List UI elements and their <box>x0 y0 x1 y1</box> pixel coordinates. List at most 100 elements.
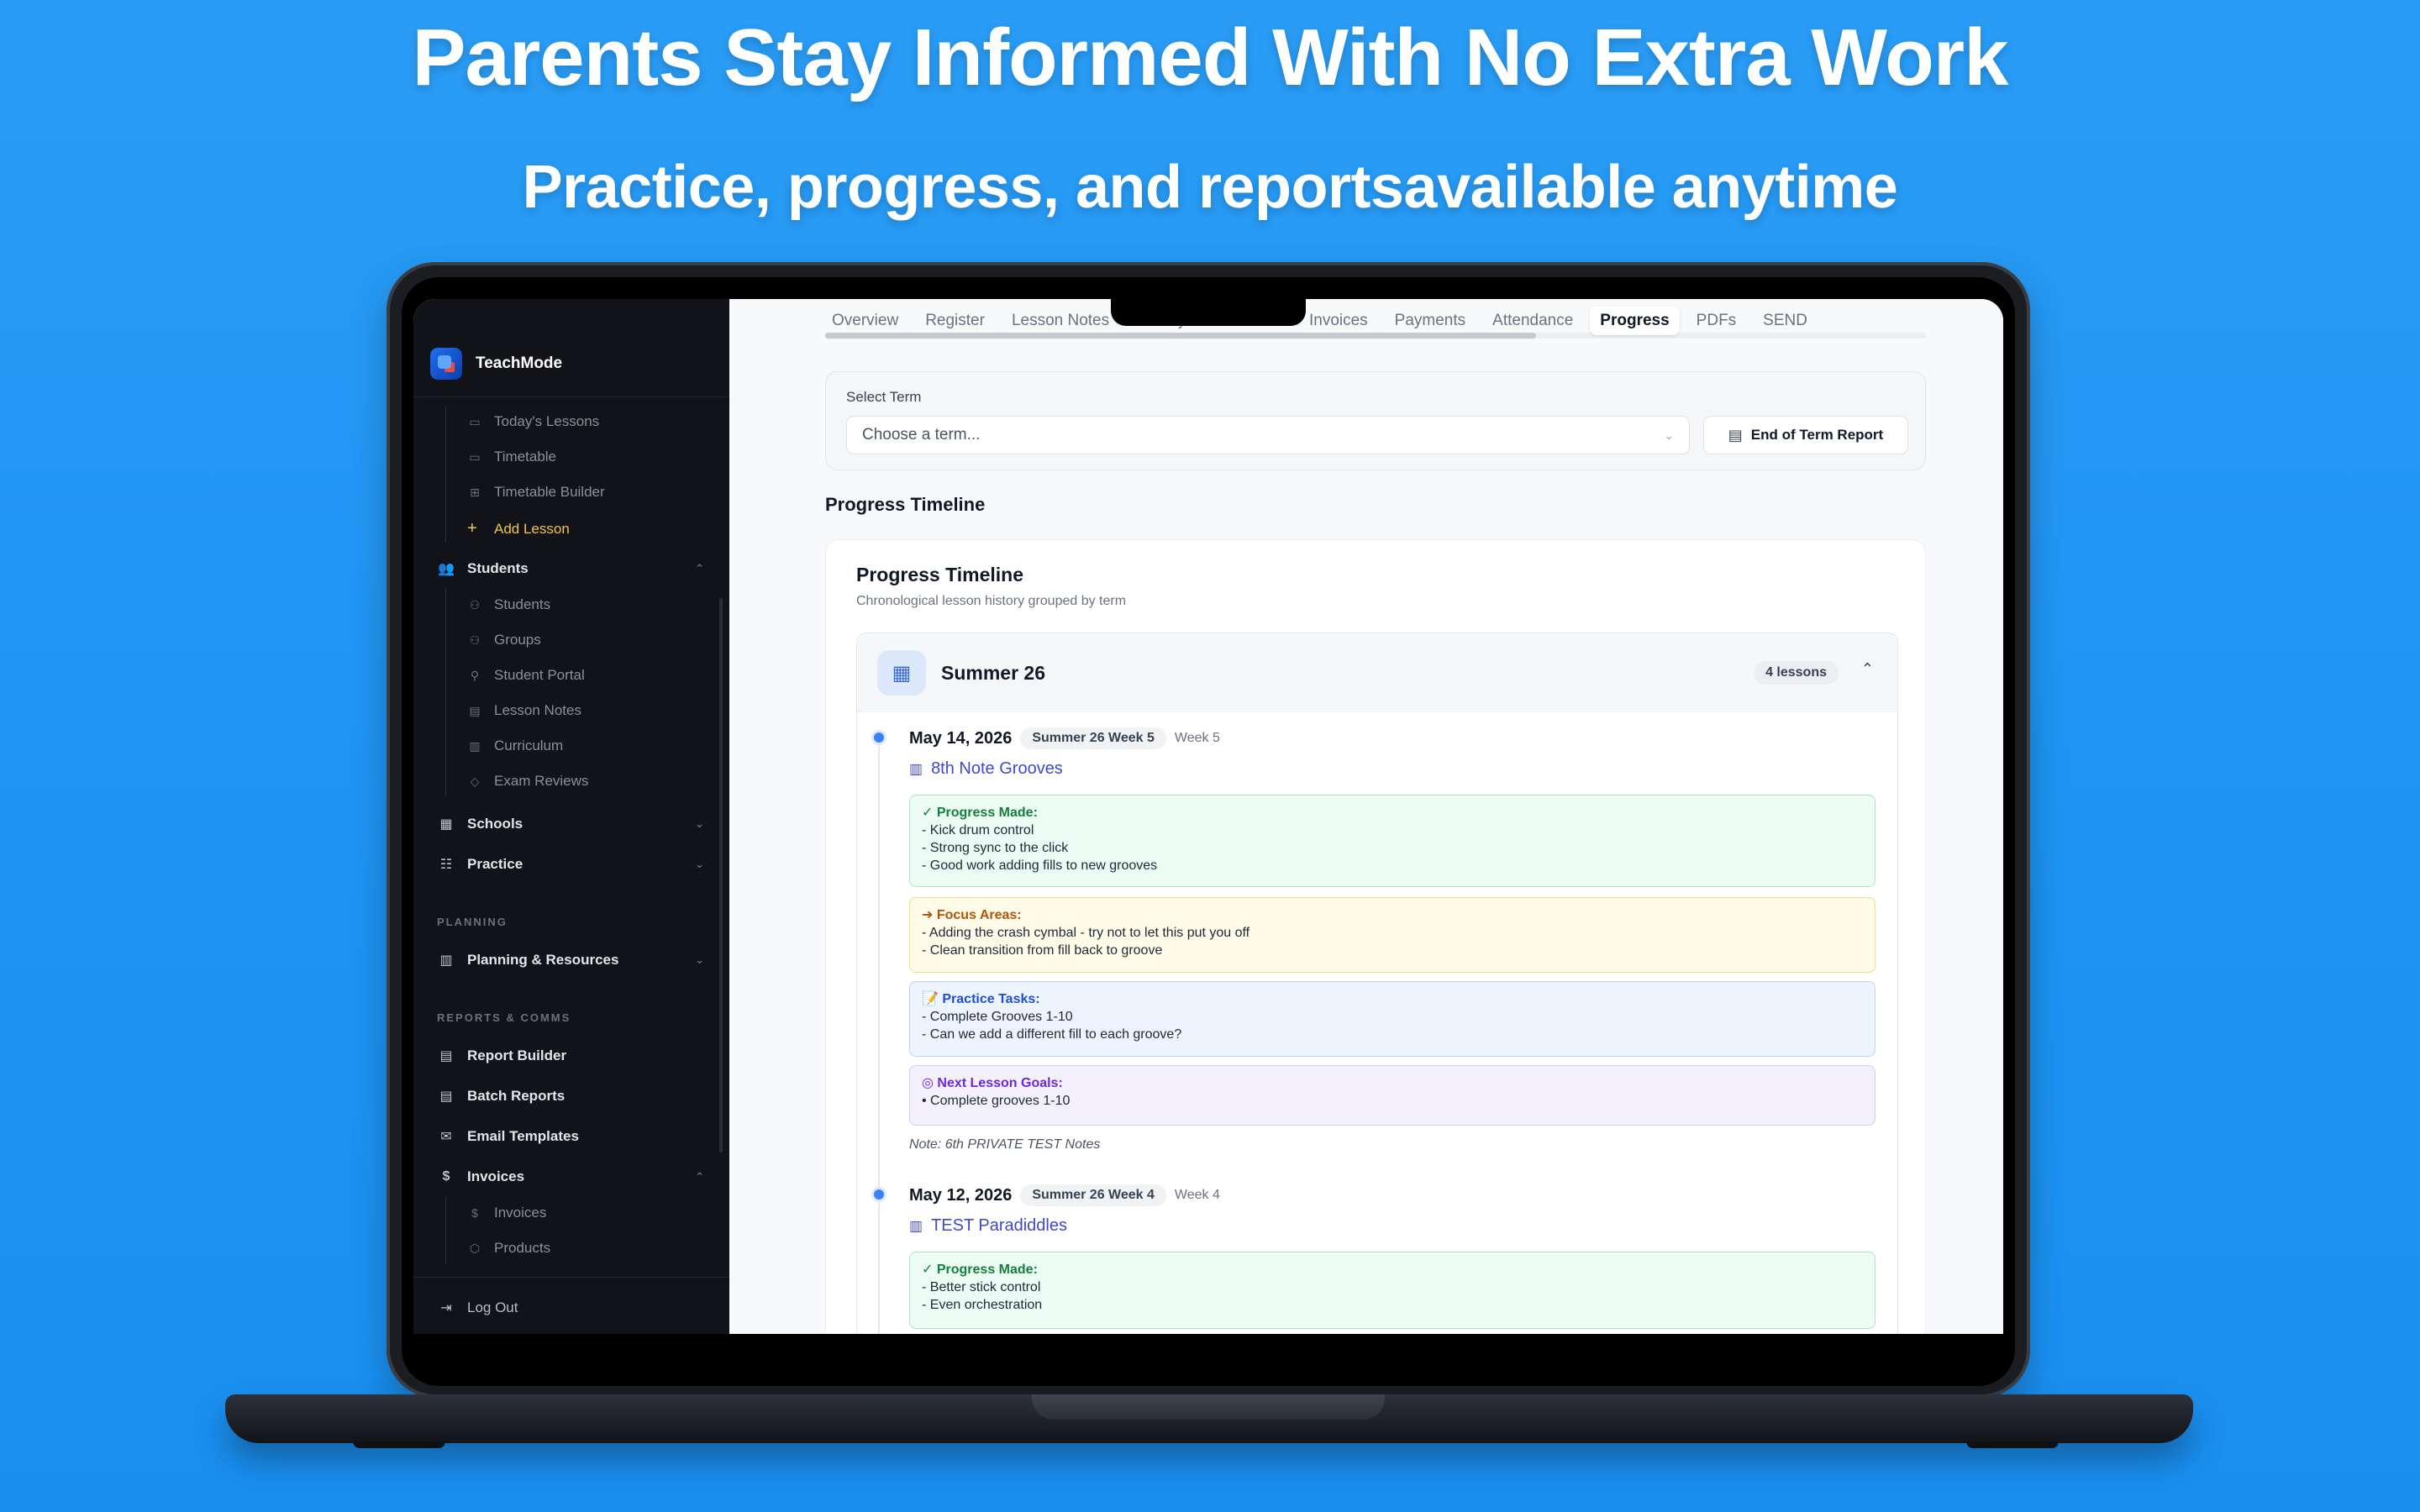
file-icon: ▤ <box>439 1089 453 1104</box>
term-select-placeholder: Choose a term... <box>862 426 981 444</box>
building-icon: ▦ <box>439 817 453 832</box>
entry-week: Week 5 <box>1174 731 1220 745</box>
add-lesson-button[interactable]: + Add Lesson <box>467 519 570 538</box>
term-group: ▦ Summer 26 4 lessons ⌃ May 14, 2026 Sum… <box>856 633 1898 1334</box>
sidebar-group-practice[interactable]: ☷ Practice ⌄ <box>437 855 704 874</box>
lesson-title: 8th Note Grooves <box>931 759 1063 778</box>
sidebar-group-planning-resources[interactable]: ▥ Planning & Resources ⌄ <box>437 951 704 969</box>
sidebar-item-student-portal[interactable]: ⚲ Student Portal <box>467 667 585 684</box>
tab-payments[interactable]: Payments <box>1385 307 1476 335</box>
sidebar-item-students[interactable]: ⚇ Students <box>467 596 550 613</box>
sidebar-item-label: Invoices <box>467 1168 525 1184</box>
book-icon: ▥ <box>909 760 923 777</box>
box-line: - Good work adding fills to new grooves <box>922 858 1158 873</box>
entry-date: May 14, 2026 <box>909 728 1013 748</box>
box-line: - Complete Grooves 1-10 <box>922 1010 1073 1024</box>
book-icon: ▥ <box>909 1217 923 1234</box>
sidebar-item-groups[interactable]: ⚇ Groups <box>467 632 541 648</box>
tab-send[interactable]: SEND <box>1753 307 1818 335</box>
entry-header: May 12, 2026 Summer 26 Week 4 Week 4 <box>909 1184 1220 1206</box>
sidebar-item-invoices[interactable]: $ Invoices <box>467 1205 546 1221</box>
tab-attendance[interactable]: Attendance <box>1482 307 1583 335</box>
users-icon: ⚇ <box>469 633 481 647</box>
sidebar-item-label: Invoices <box>494 1205 547 1221</box>
sidebar-scrollbar[interactable] <box>719 598 723 1152</box>
dollar-icon: $ <box>471 1206 478 1220</box>
end-of-term-report-button[interactable]: ▤ End of Term Report <box>1703 416 1908 454</box>
sidebar-group-students[interactable]: 👥 Students ⌃ <box>437 559 704 578</box>
sidebar-item-label: Curriculum <box>494 738 564 753</box>
term-selector-card: Select Term Choose a term... ⌄ ▤ End of … <box>825 371 1926 470</box>
tab-register[interactable]: Register <box>915 307 995 335</box>
box-heading: 📝 Practice Tasks: <box>922 992 1040 1006</box>
sidebar-item-batch-reports[interactable]: ▤ Batch Reports <box>437 1087 704 1105</box>
term-name: Summer 26 <box>941 662 1046 684</box>
sidebar-item-label: Students <box>467 560 529 576</box>
chevron-up-icon: ⌃ <box>695 562 704 575</box>
tab-pdfs[interactable]: PDFs <box>1686 307 1747 335</box>
progress-made-box: ✓ Progress Made: - Kick drum control - S… <box>909 795 1876 887</box>
sidebar-group-invoices[interactable]: $ Invoices ⌃ <box>437 1168 704 1186</box>
logout-button[interactable]: ⇥ Log Out <box>437 1299 704 1317</box>
chevron-down-icon: ⌄ <box>1664 428 1674 442</box>
page-section-title: Progress Timeline <box>825 494 986 515</box>
sidebar-item-label: Email Templates <box>467 1128 579 1144</box>
sidebar-item-label: Log Out <box>467 1299 518 1315</box>
sidebar-item-label: Student Portal <box>494 667 585 683</box>
sidebar-item-label: Students <box>494 596 551 612</box>
brand-name: TeachMode <box>476 354 563 372</box>
tab-invoices[interactable]: Invoices <box>1299 307 1378 335</box>
box-line: - Strong sync to the click <box>922 841 1069 855</box>
sidebar-item-timetable-builder[interactable]: ⊞ Timetable Builder <box>467 484 605 501</box>
tree-line <box>445 588 446 796</box>
term-select[interactable]: Choose a term... ⌄ <box>846 416 1690 454</box>
sidebar-divider <box>413 1277 729 1278</box>
calendar-icon: ▦ <box>877 650 926 696</box>
laptop-foot <box>353 1441 445 1448</box>
tree-line <box>445 407 446 543</box>
entry-lesson-link[interactable]: ▥ 8th Note Grooves <box>909 759 1063 779</box>
sidebar-item-products[interactable]: ⬡ Products <box>467 1240 550 1257</box>
entry-term-chip: Summer 26 Week 4 <box>1020 1184 1166 1206</box>
term-group-header[interactable]: ▦ Summer 26 4 lessons ⌃ <box>857 633 1897 712</box>
entry-lesson-link[interactable]: ▥ TEST Paradiddles <box>909 1216 1067 1236</box>
sidebar-item-label: Today's Lessons <box>494 413 600 429</box>
sidebar-item-label: Timetable Builder <box>494 484 605 500</box>
file-icon: ▤ <box>1728 426 1743 444</box>
sidebar-item-label: Report Builder <box>467 1047 567 1063</box>
sidebar-item-report-builder[interactable]: ▤ Report Builder <box>437 1047 704 1065</box>
camera-notch <box>1111 294 1306 326</box>
sidebar-item-timetable[interactable]: ▭ Timetable <box>467 449 556 465</box>
file-icon: ▤ <box>469 703 481 717</box>
sidebar-item-exam-reviews[interactable]: ◇ Exam Reviews <box>467 773 589 790</box>
timeline-dot <box>874 1189 884 1200</box>
section-label-planning: PLANNING <box>437 916 508 928</box>
sidebar-group-schools[interactable]: ▦ Schools ⌄ <box>437 815 704 833</box>
sidebar-item-label: Schools <box>467 816 523 832</box>
sidebar-item-todays-lessons[interactable]: ▭ Today's Lessons <box>467 413 599 430</box>
sidebar-item-lesson-notes[interactable]: ▤ Lesson Notes <box>467 702 581 719</box>
box-line: - Better stick control <box>922 1280 1041 1294</box>
tab-lesson-notes[interactable]: Lesson Notes <box>1002 307 1119 335</box>
term-select-label: Select Term <box>846 389 922 405</box>
users-icon: ⚇ <box>469 597 481 612</box>
sidebar-item-email-templates[interactable]: ✉ Email Templates <box>437 1127 704 1146</box>
sidebar-item-label: Products <box>494 1240 551 1256</box>
chevron-up-icon[interactable]: ⌃ <box>1861 660 1874 678</box>
box-line: - Even orchestration <box>922 1298 1043 1312</box>
tab-progress[interactable]: Progress <box>1590 307 1680 335</box>
sidebar-item-label: Timetable <box>494 449 557 465</box>
brand[interactable]: TeachMode <box>430 348 562 380</box>
logout-icon: ⇥ <box>440 1301 452 1315</box>
box-heading: ➔ Focus Areas: <box>922 908 1022 922</box>
tab-overview[interactable]: Overview <box>822 307 908 335</box>
sidebar-item-label: Planning & Resources <box>467 952 619 968</box>
users-icon: 👥 <box>438 562 455 576</box>
grid-icon: ⊞ <box>470 485 480 499</box>
laptop-hinge-notch <box>1032 1394 1385 1420</box>
focus-areas-box: ➔ Focus Areas: - Adding the crash cymbal… <box>909 897 1876 973</box>
checklist-icon: ☷ <box>439 858 453 872</box>
box-heading: ✓ Progress Made: <box>922 806 1038 820</box>
next-lesson-goals-box: ◎ Next Lesson Goals: • Complete grooves … <box>909 1065 1876 1126</box>
sidebar-item-curriculum[interactable]: ▥ Curriculum <box>467 738 563 754</box>
